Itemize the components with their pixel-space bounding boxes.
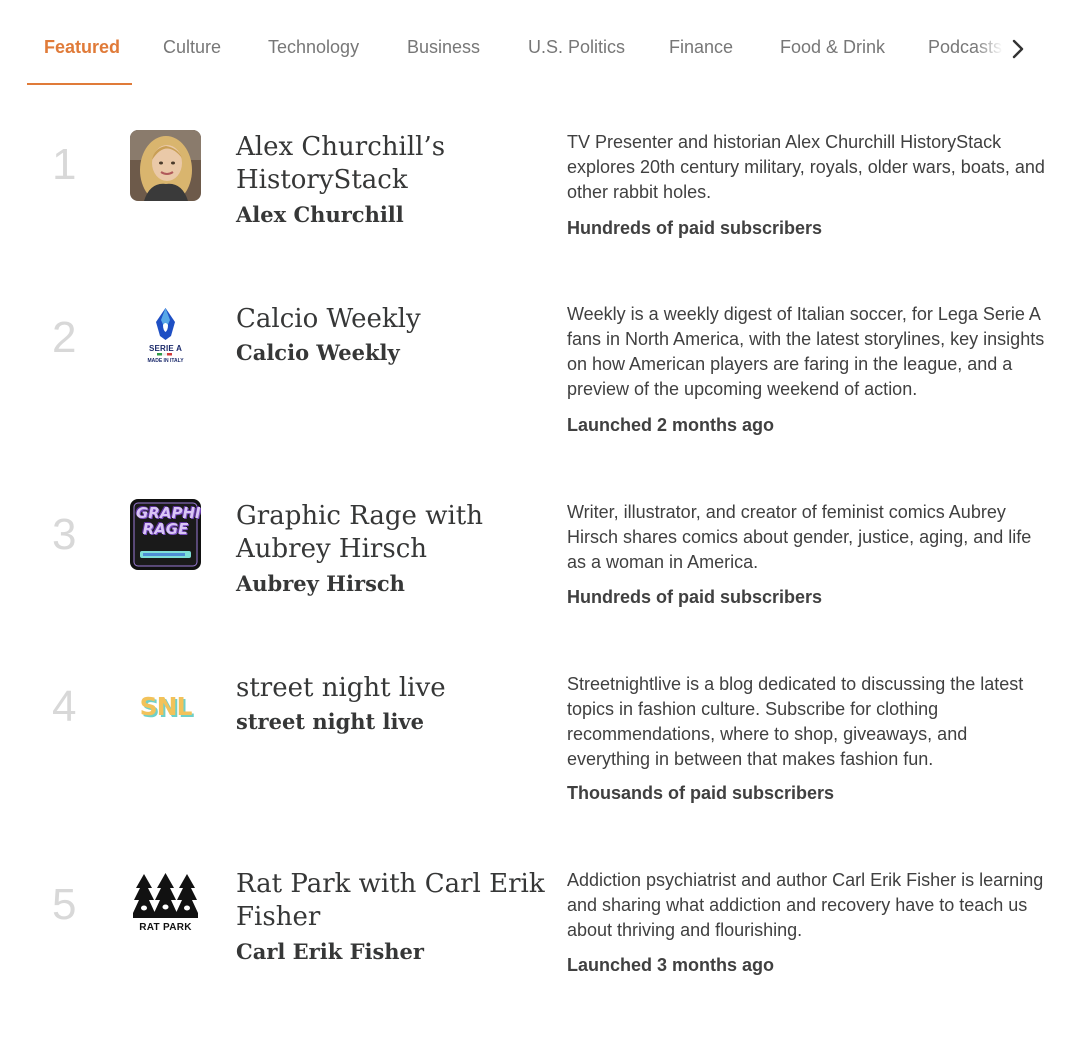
launch-date: Launched 3 months ago bbox=[567, 955, 775, 975]
publication-title[interactable]: street night live bbox=[236, 672, 556, 705]
publication-title[interactable]: Calcio Weekly bbox=[236, 303, 556, 336]
chevron-right-icon[interactable] bbox=[1004, 34, 1032, 64]
subscriber-count: Hundreds of paid subscribers bbox=[567, 587, 823, 607]
tab-food-drink[interactable]: Food & Drink bbox=[780, 37, 885, 58]
graphic-rage-logo-text: GRAPHIC RAGE bbox=[136, 504, 201, 538]
snl-logo[interactable]: SNL bbox=[130, 670, 201, 741]
publication-description: Streetnightlive is a blog dedicated to d… bbox=[567, 674, 1024, 769]
rat-park-logo[interactable]: RAT PARK bbox=[130, 868, 201, 939]
publication-title[interactable]: Rat Park with Carl Erik Fisher bbox=[236, 868, 556, 934]
serie-a-logo-text: SERIE A bbox=[148, 344, 183, 353]
active-tab-indicator bbox=[27, 83, 132, 85]
tab-technology[interactable]: Technology bbox=[268, 37, 359, 58]
snl-logo-text: SNL bbox=[139, 692, 193, 721]
avatar[interactable] bbox=[130, 130, 201, 201]
rank-number: 5 bbox=[52, 880, 77, 929]
rat-park-logo-text: RAT PARK bbox=[139, 922, 192, 933]
rank-number: 4 bbox=[52, 682, 77, 731]
rank-number: 2 bbox=[52, 313, 77, 362]
category-tabs: Featured Culture Technology Business U.S… bbox=[0, 0, 1071, 100]
tab-finance[interactable]: Finance bbox=[669, 37, 733, 58]
publication-description: Addiction psychiatrist and author Carl E… bbox=[567, 870, 1044, 940]
publication-author[interactable]: Alex Churchill bbox=[236, 202, 404, 227]
tab-business[interactable]: Business bbox=[407, 37, 480, 58]
launch-date: Launched 2 months ago bbox=[567, 415, 775, 435]
publication-description: Writer, illustrator, and creator of femi… bbox=[567, 502, 1032, 572]
serie-a-logo-subtext: MADE IN ITALY bbox=[147, 358, 184, 364]
publication-title[interactable]: Graphic Rage with Aubrey Hirsch bbox=[236, 500, 556, 566]
publication-author[interactable]: Aubrey Hirsch bbox=[236, 571, 405, 596]
subscriber-count: Thousands of paid subscribers bbox=[567, 783, 835, 803]
publication-description: Weekly is a weekly digest of Italian soc… bbox=[567, 304, 1045, 399]
graphic-rage-logo[interactable]: GRAPHIC RAGE bbox=[130, 499, 201, 570]
tab-us-politics[interactable]: U.S. Politics bbox=[528, 37, 625, 58]
serie-a-logo[interactable]: SERIE A MADE IN ITALY bbox=[130, 300, 201, 371]
publication-title[interactable]: Alex Churchill’s HistoryStack bbox=[236, 131, 556, 197]
publication-description: TV Presenter and historian Alex Churchil… bbox=[567, 132, 1045, 202]
rank-number: 3 bbox=[52, 510, 77, 559]
publication-author[interactable]: street night live bbox=[236, 709, 424, 734]
publication-author[interactable]: Calcio Weekly bbox=[236, 340, 400, 365]
rank-number: 1 bbox=[52, 140, 77, 189]
tab-featured[interactable]: Featured bbox=[44, 37, 120, 58]
publication-author[interactable]: Carl Erik Fisher bbox=[236, 939, 424, 964]
tab-culture[interactable]: Culture bbox=[163, 37, 221, 58]
subscriber-count: Hundreds of paid subscribers bbox=[567, 218, 823, 238]
tabs-fade-overlay bbox=[975, 25, 1003, 75]
